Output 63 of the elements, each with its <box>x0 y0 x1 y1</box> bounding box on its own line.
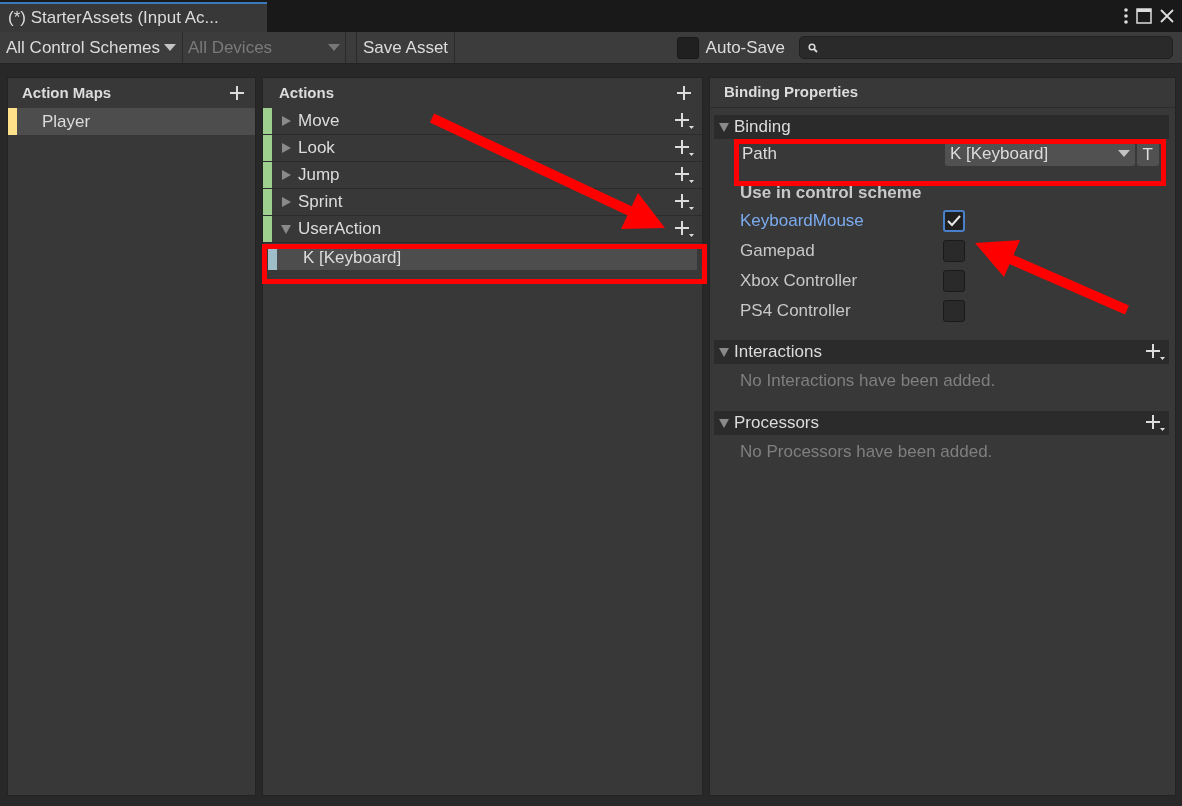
checkbox[interactable] <box>943 300 965 322</box>
section-title: Interactions <box>734 341 823 364</box>
checkbox[interactable] <box>943 240 965 262</box>
search-field[interactable] <box>799 36 1173 59</box>
add-dropdown-icon[interactable] <box>674 139 694 157</box>
add-dropdown-icon[interactable] <box>674 220 694 238</box>
section-header[interactable]: Processors <box>714 410 1169 435</box>
action-name: Move <box>298 110 340 133</box>
section-header[interactable]: Interactions <box>714 340 1169 364</box>
add-icon[interactable] <box>229 85 245 101</box>
add-dropdown-icon[interactable] <box>1145 343 1165 361</box>
dropdown-caret-icon <box>1117 150 1130 158</box>
action-name: UserAction <box>298 218 382 241</box>
expand-triangle-icon[interactable] <box>718 121 730 133</box>
path-label: Path <box>742 143 778 166</box>
search-icon <box>808 42 818 53</box>
action-row[interactable]: Jump <box>263 162 702 189</box>
action-row[interactable]: Look <box>263 135 702 162</box>
panel-title: Actions <box>279 82 334 103</box>
auto-save-label: Auto-Save <box>705 36 785 59</box>
expand-triangle-icon[interactable] <box>718 346 730 358</box>
add-icon[interactable] <box>676 85 692 101</box>
maximize-icon[interactable] <box>1136 8 1152 24</box>
action-row[interactable]: Move <box>263 108 702 135</box>
close-icon[interactable] <box>1160 9 1174 23</box>
empty-message: No Processors have been added. <box>739 440 994 463</box>
collapse-triangle-icon[interactable] <box>280 169 292 181</box>
add-dropdown-icon[interactable] <box>674 193 694 211</box>
scheme-label: Xbox Controller <box>740 270 859 293</box>
expand-triangle-icon[interactable] <box>280 223 292 235</box>
window-tab[interactable]: (*) StarterAssets (Input Ac... <box>0 2 267 32</box>
expand-triangle-icon[interactable] <box>718 416 730 429</box>
panel-title: Action Maps <box>22 82 112 103</box>
action-name: Jump <box>298 164 340 187</box>
scheme-label: KeyboardMouse <box>740 210 865 233</box>
section-title: Processors <box>734 411 821 434</box>
add-dropdown-icon[interactable] <box>674 166 694 184</box>
scheme-label: Gamepad <box>740 240 816 263</box>
checkmark-icon <box>947 215 961 227</box>
dropdown-caret-icon <box>164 43 176 52</box>
action-map-item[interactable]: Player <box>8 108 255 135</box>
section-header[interactable]: Binding <box>714 115 1169 139</box>
control-schemes-dropdown[interactable]: All Control Schemes <box>0 32 183 63</box>
panel-title: Binding Properties <box>724 82 859 103</box>
add-dropdown-icon[interactable] <box>1145 413 1165 432</box>
path-dropdown[interactable]: K [Keyboard] <box>945 142 1135 166</box>
text-mode-button[interactable]: T <box>1136 142 1159 166</box>
section-title: Binding <box>734 116 792 139</box>
scheme-heading: Use in control scheme <box>739 182 923 204</box>
save-asset-button[interactable]: Save Asset <box>356 32 456 63</box>
collapse-triangle-icon[interactable] <box>280 142 292 154</box>
scheme-label: PS4 Controller <box>740 300 852 323</box>
checkbox[interactable] <box>943 210 965 232</box>
action-name: Look <box>298 137 335 160</box>
add-dropdown-icon[interactable] <box>674 112 694 130</box>
action-name: Sprint <box>298 191 343 214</box>
collapse-triangle-icon[interactable] <box>280 115 292 127</box>
collapse-triangle-icon[interactable] <box>280 196 292 208</box>
checkbox[interactable] <box>676 36 699 59</box>
more-options-icon[interactable] <box>1124 8 1128 24</box>
empty-message: No Interactions have been added. <box>739 370 997 392</box>
checkbox[interactable] <box>943 270 965 292</box>
dropdown-caret-icon <box>328 43 340 52</box>
